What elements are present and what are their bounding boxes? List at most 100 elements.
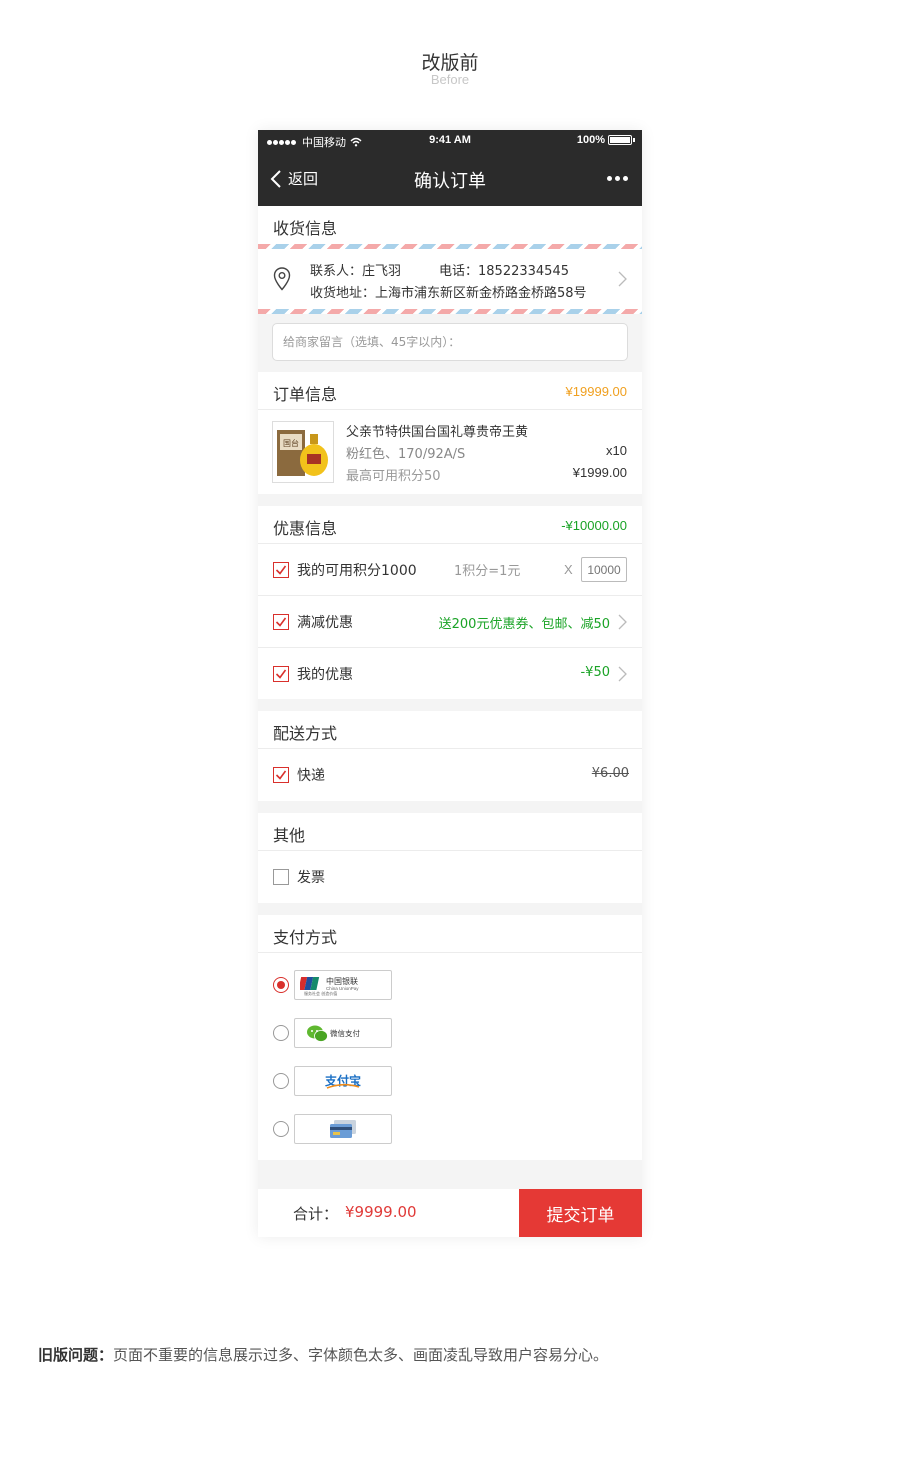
product-price: ¥1999.00 (572, 465, 627, 480)
chevron-right-icon (618, 666, 627, 682)
delivery-row[interactable]: 快递 ¥6.00 (258, 749, 642, 801)
order-section: 订单信息 ¥19999.00 国台 父亲节特供国台国礼尊贵帝王黄 粉红色、170… (258, 372, 642, 494)
unionpay-text: 中国银联 (326, 976, 358, 986)
nav-bar: 返回 确认订单 (258, 152, 642, 206)
address-row[interactable]: 联系人：庄飞羽 电话：18522334545 收货地址：上海市浦东新区新金桥路金… (258, 249, 642, 309)
total-label: 合计： (293, 1205, 339, 1223)
battery-percent: 100% (576, 134, 605, 146)
nav-title: 确认订单 (414, 171, 486, 192)
phone-screen: 中国移动 9:41 AM 100% 返回 确认订单 收货信息 联系人：庄飞羽 电… (258, 130, 642, 1237)
other-title: 其他 (273, 826, 306, 845)
total-value: ¥9999.00 (345, 1203, 417, 1221)
airmail-border-bottom (258, 309, 642, 314)
shipping-header: 收货信息 (258, 206, 642, 244)
bank-card-icon (330, 1120, 356, 1138)
wechat-pay-text: 微信支付 (330, 1028, 360, 1038)
payment-title: 支付方式 (273, 928, 338, 947)
delivery-checkbox[interactable] (273, 767, 289, 783)
alipay-logo[interactable]: 支付宝 (294, 1066, 392, 1096)
product-row[interactable]: 国台 父亲节特供国台国礼尊贵帝王黄 粉红色、170/92A/S 最高可用积分50… (258, 410, 642, 494)
payment-section: 支付方式 中国银联 China UnionPay 服务社会 创造价值 微信支付 … (258, 915, 642, 1160)
product-quantity: x10 (606, 443, 627, 458)
product-name: 父亲节特供国台国礼尊贵帝王黄 (346, 425, 529, 440)
wechat-pay-icon: 微信支付 (307, 1025, 360, 1042)
order-title: 订单信息 (273, 385, 338, 404)
shipping-address: 收货地址：上海市浦东新区新金桥路金桥路58号 (310, 286, 587, 301)
pay-option-bank-card[interactable] (258, 1105, 642, 1153)
check-icon (275, 617, 287, 627)
unionpay-radio[interactable] (273, 977, 289, 993)
check-icon (275, 770, 287, 780)
discount-title: 优惠信息 (273, 519, 338, 538)
delivery-header: 配送方式 (258, 711, 642, 749)
product-points: 最高可用积分50 (346, 469, 441, 484)
wechat-pay-logo[interactable]: 微信支付 (294, 1018, 392, 1048)
invoice-checkbox[interactable] (273, 869, 289, 885)
points-rate: 1积分=1元 (454, 564, 521, 579)
shipping-title: 收货信息 (273, 219, 338, 238)
contact-phone: 电话：18522334545 (439, 264, 569, 279)
location-pin-icon (273, 267, 291, 291)
delivery-fee: ¥6.00 (591, 766, 629, 781)
coupon-label: 我的优惠 (297, 667, 353, 683)
points-row: 我的可用积分1000 1积分=1元 X (258, 544, 642, 596)
coupon-value: -¥50 (580, 665, 610, 680)
product-variant: 粉红色、170/92A/S (346, 447, 466, 462)
liquor-bottle-icon: 国台 (277, 430, 328, 476)
check-icon (275, 565, 287, 575)
bank-card-radio[interactable] (273, 1121, 289, 1137)
chevron-right-icon (618, 614, 627, 630)
invoice-row[interactable]: 发票 (258, 851, 642, 903)
promo-value: 送200元优惠券、包邮、减50 (438, 617, 610, 632)
wechat-radio[interactable] (273, 1025, 289, 1041)
alipay-icon: 支付宝 (324, 1073, 361, 1089)
checkout-footer: 合计： ¥9999.00 提交订单 (258, 1189, 642, 1237)
discount-amount: -¥10000.00 (561, 518, 627, 533)
status-bar: 中国移动 9:41 AM 100% (258, 130, 642, 152)
delivery-method: 快递 (297, 768, 325, 784)
issue-note: 旧版问题：页面不重要的信息展示过多、字体颜色太多、画面凌乱导致用户容易分心。 (38, 1344, 608, 1365)
check-icon (275, 669, 287, 679)
page-subheading: Before (430, 72, 470, 87)
invoice-label: 发票 (297, 870, 325, 886)
payment-header: 支付方式 (258, 915, 642, 953)
contact-name: 联系人：庄飞羽 (310, 264, 402, 279)
other-header: 其他 (258, 813, 642, 851)
pay-option-alipay[interactable]: 支付宝 (258, 1057, 642, 1105)
more-icon[interactable] (604, 176, 628, 181)
points-label: 我的可用积分1000 (297, 563, 417, 579)
product-thumbnail: 国台 (272, 421, 334, 483)
battery-icon (608, 135, 635, 145)
order-header: 订单信息 ¥19999.00 (258, 372, 642, 410)
coupon-row[interactable]: 我的优惠 -¥50 (258, 648, 642, 700)
discount-header: 优惠信息 -¥10000.00 (258, 506, 642, 544)
pay-option-unionpay[interactable]: 中国银联 China UnionPay 服务社会 创造价值 (258, 961, 642, 1009)
pay-option-wechat[interactable]: 微信支付 (258, 1009, 642, 1057)
submit-order-button[interactable]: 提交订单 (519, 1189, 642, 1237)
points-input[interactable] (581, 557, 627, 582)
delivery-title: 配送方式 (273, 724, 338, 743)
issue-note-label: 旧版问题： (38, 1346, 114, 1364)
unionpay-slogan: 服务社会 创造价值 (304, 990, 337, 996)
status-right: 100% (576, 134, 635, 146)
issue-note-text: 页面不重要的信息展示过多、字体颜色太多、画面凌乱导致用户容易分心。 (113, 1346, 609, 1364)
unionpay-icon: 中国银联 China UnionPay 服务社会 创造价值 (300, 976, 359, 996)
shipping-section: 收货信息 联系人：庄飞羽 电话：18522334545 收货地址：上海市浦东新区… (258, 206, 642, 314)
points-checkbox[interactable] (273, 562, 289, 578)
promo-checkbox[interactable] (273, 614, 289, 630)
order-amount: ¥19999.00 (565, 384, 627, 399)
promo-label: 满减优惠 (297, 615, 353, 631)
chevron-right-icon (618, 271, 627, 287)
page-heading: 改版前 (421, 52, 479, 74)
other-section: 其他 发票 (258, 813, 642, 903)
points-multiply: X (564, 562, 573, 577)
unionpay-logo[interactable]: 中国银联 China UnionPay 服务社会 创造价值 (294, 970, 392, 1000)
discount-section: 优惠信息 -¥10000.00 我的可用积分1000 1积分=1元 X 满减优惠… (258, 506, 642, 699)
seller-message-input[interactable] (272, 323, 628, 361)
delivery-section: 配送方式 快递 ¥6.00 (258, 711, 642, 801)
promo-row[interactable]: 满减优惠 送200元优惠券、包邮、减50 (258, 596, 642, 648)
coupon-checkbox[interactable] (273, 666, 289, 682)
svg-text:国台: 国台 (283, 438, 299, 448)
alipay-radio[interactable] (273, 1073, 289, 1089)
bank-card-logo[interactable] (294, 1114, 392, 1144)
